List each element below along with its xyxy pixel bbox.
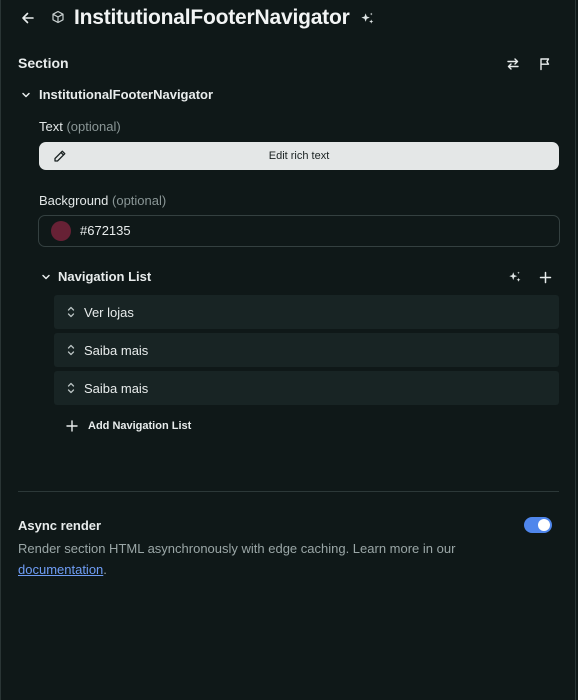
drag-handle-icon[interactable] [66, 381, 76, 395]
chevron-down-icon[interactable] [39, 270, 53, 284]
list-item-label: Ver lojas [84, 305, 134, 320]
plus-icon[interactable] [536, 268, 554, 286]
list-item-label: Saiba mais [84, 381, 149, 396]
plus-icon[interactable] [64, 418, 80, 434]
swap-arrows-icon[interactable] [504, 55, 522, 73]
edit-rich-text-label: Edit rich text [268, 150, 330, 162]
text-field-label: Text (optional) [39, 119, 121, 135]
drag-handle-icon[interactable] [66, 305, 76, 319]
async-render-toggle[interactable] [524, 517, 552, 533]
color-value[interactable]: #672135 [80, 223, 131, 239]
pencil-icon [53, 149, 67, 163]
description-suffix: . [103, 562, 107, 577]
page-title: InstitutionalFooterNavigator [74, 6, 350, 29]
section-heading: Section [18, 55, 69, 71]
toggle-knob [538, 519, 550, 531]
async-render-description-text: Render section HTML asynchronously with … [18, 541, 456, 556]
text-field-label-name: Text [39, 119, 63, 134]
navigation-list-heading: Navigation List [58, 269, 152, 284]
list-item[interactable]: Ver lojas [54, 295, 559, 329]
add-navigation-list-button[interactable]: Add Navigation List [88, 419, 191, 433]
optional-tag: (optional) [66, 119, 121, 134]
list-item[interactable]: Saiba mais [54, 333, 559, 367]
async-render-description: Render section HTML asynchronously with … [18, 538, 498, 580]
drag-handle-icon[interactable] [66, 343, 76, 357]
sparkles-icon[interactable] [358, 9, 376, 27]
background-color-input[interactable]: #672135 [38, 215, 560, 247]
tree-item-label[interactable]: InstitutionalFooterNavigator [39, 87, 213, 103]
optional-tag: (optional) [112, 193, 167, 208]
flag-icon[interactable] [536, 55, 554, 73]
documentation-link[interactable]: documentation [18, 562, 103, 577]
chevron-down-icon[interactable] [19, 88, 33, 102]
arrow-left-icon[interactable] [20, 10, 36, 26]
edit-rich-text-button[interactable]: Edit rich text [39, 142, 559, 170]
async-render-title: Async render [18, 518, 102, 533]
background-field-label-name: Background [39, 193, 109, 208]
list-item[interactable]: Saiba mais [54, 371, 559, 405]
divider [18, 491, 559, 492]
sparkles-icon[interactable] [506, 268, 524, 286]
list-item-label: Saiba mais [84, 343, 149, 358]
color-swatch[interactable] [51, 221, 71, 241]
background-field-label: Background (optional) [39, 193, 166, 209]
cube-icon [50, 9, 66, 25]
